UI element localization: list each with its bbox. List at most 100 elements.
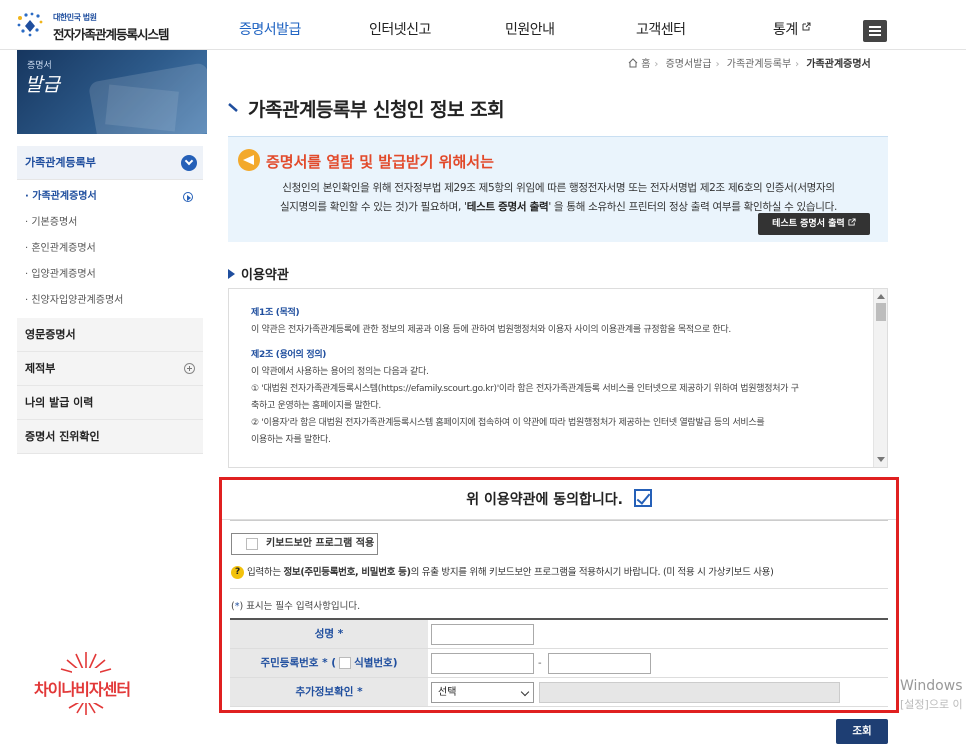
banner-title: 발급 (25, 74, 60, 96)
chevron-down-icon[interactable] (181, 155, 197, 171)
sidebar-item-my-history[interactable]: 나의 발급 이력 (17, 386, 203, 420)
article-2-item-1a: ① '대법원 전자가족관계등록시스템(https://efamily.scour… (251, 384, 799, 394)
sidebar-submenu: · 가족관계증명서 · 기본증명서 · 혼인관계증명서 · 입양관계증명서 · … (17, 180, 203, 318)
banner-decoration-2 (105, 84, 179, 132)
sidebar-subitem-family-cert[interactable]: · 가족관계증명서 (17, 184, 203, 210)
terms-heading-label: 이용약관 (241, 268, 289, 283)
form-row-extra: 추가정보확인 * 선택 (230, 678, 888, 707)
rrn-paren: ( (331, 657, 337, 669)
sidebar-item-english-cert[interactable]: 영문증명서 (17, 318, 203, 352)
logo-subtitle: 대한민국 법원 (53, 13, 97, 22)
breadcrumb: 홈 › 증명서발급 › 가족관계등록부 › 가족관계증명서 (628, 55, 958, 70)
consent-form-frame: 위 이용약관에 동의합니다. 키보드보안 프로그램 적용 ? 입력하는 정보(주민… (219, 477, 899, 713)
breadcrumb-register[interactable]: 가족관계등록부 (727, 59, 791, 70)
nav-customer-center[interactable]: 고객센터 (636, 19, 686, 39)
notice-title: 증명서를 열람 및 발급받기 위해서는 (266, 153, 494, 171)
extra-info-select-value: 선택 (438, 687, 457, 698)
notice-line-2b: ' 을 통해 소유하신 프린터의 정상 출력 여부를 확인하실 수 있습니다. (548, 201, 838, 213)
required-note: (*) 표시는 필수 입력사항입니다. (231, 598, 360, 612)
home-icon[interactable] (628, 58, 638, 68)
court-emblem-icon (17, 12, 43, 37)
article-2-title: 제2조 (용어의 정의) (251, 350, 327, 360)
rrn-front-input[interactable] (431, 653, 534, 674)
notice-box: 증명서를 열람 및 발급받기 위해서는 신청인의 본인확인을 위해 전자정부법 … (228, 136, 888, 242)
windows-activation-watermark: Windows (900, 678, 963, 694)
applicant-form-table: 성명 * 주민등록번호 * ( 식별번호) - 추가정보확인 * 선택 (230, 618, 888, 707)
sidebar-banner: 증명서 발급 (17, 50, 207, 134)
notice-line-2a: 실지명의를 확인할 수 있는 것)가 필요하며, ' (279, 201, 467, 213)
keyboard-note-b: 의 유출 방지를 위해 키보드보안 프로그램을 적용하시기 바랍니다. (미 적… (410, 567, 774, 578)
nav-statistics[interactable]: 통계 (773, 19, 811, 39)
form-row-name: 성명 * (230, 620, 888, 649)
scroll-thumb[interactable] (876, 303, 886, 321)
extra-info-select[interactable]: 선택 (431, 682, 534, 703)
keyboard-security-button[interactable]: 키보드보안 프로그램 적용 (231, 533, 378, 555)
keyboard-security-checkbox[interactable] (246, 538, 258, 550)
breadcrumb-issue[interactable]: 증명서발급 (666, 59, 712, 70)
extra-label: 추가정보확인 * (230, 678, 428, 706)
agree-checkbox[interactable] (633, 489, 652, 507)
required-note-text: ) 표시는 필수 입력사항입니다. (239, 601, 361, 612)
name-input[interactable] (431, 624, 534, 645)
rrn-label-text: 주민등록번호 (260, 657, 319, 669)
breadcrumb-home[interactable]: 홈 (641, 59, 650, 70)
keyboard-note-bold: 정보(주민등록번호, 비밀번호 등) (283, 567, 411, 578)
rrn-dash: - (538, 658, 542, 669)
notice-body: 신청인의 본인확인을 위해 전자정부법 제29조 제5항의 위임에 따른 행정전… (236, 179, 881, 217)
external-link-icon (802, 22, 811, 31)
arrow-right-circle-icon (183, 192, 193, 202)
nav-certificate-issue[interactable]: 증명서발급 (239, 19, 301, 39)
article-2-item-1b: 축하고 운영하는 홈페이지를 말한다. (251, 401, 381, 411)
divider (230, 520, 888, 521)
nav-civil-guide[interactable]: 민원안내 (505, 19, 555, 39)
id-number-checkbox[interactable] (339, 657, 352, 669)
article-2-item-2a: ② '이용자'라 함은 대법원 전자가족관계등록시스템 홈페이지에 접속하여 이… (251, 418, 765, 428)
nav-statistics-label: 통계 (773, 22, 798, 38)
terms-scroll-box[interactable]: 제1조 (목적) 이 약관은 전자가족관계등록에 관한 정보의 제공과 이용 등… (228, 288, 888, 468)
scroll-down-icon[interactable] (877, 457, 885, 462)
keyboard-note-a: 입력하는 (247, 567, 284, 578)
required-mark: * (357, 686, 363, 698)
id-number-option: 식별번호) (354, 657, 398, 669)
triangle-right-icon (228, 269, 235, 279)
name-label-text: 성명 (314, 628, 335, 640)
sidebar-subitem-marriage-cert[interactable]: · 혼인관계증명서 (17, 236, 203, 262)
rrn-back-input[interactable] (548, 653, 651, 674)
test-print-button[interactable]: 테스트 증명서 출력 (758, 213, 870, 235)
sidebar-subitem-adoption-cert[interactable]: · 입양관계증명서 (17, 262, 203, 288)
form-row-rrn: 주민등록번호 * ( 식별번호) - (230, 649, 888, 678)
page-title: 가족관계등록부 신청인 정보 조회 (248, 99, 505, 121)
logo-title: 전자가족관계등록시스템 (53, 27, 170, 42)
terms-scrollbar[interactable] (873, 289, 887, 467)
article-2-item-2b: 이용하는 자를 말한다. (251, 435, 331, 445)
test-print-label: 테스트 증명서 출력 (772, 219, 845, 229)
chevron-down-icon (520, 687, 530, 697)
required-mark: * (322, 657, 328, 669)
scroll-up-icon[interactable] (877, 294, 885, 299)
terms-heading: 이용약관 (228, 264, 289, 283)
article-1-body: 이 약관은 전자가족관계등록에 관한 정보의 제공과 이용 등에 관하여 법원행… (251, 325, 731, 335)
keyboard-security-label: 키보드보안 프로그램 적용 (266, 538, 375, 549)
plus-circle-icon[interactable] (184, 363, 195, 374)
sidebar-subitem-label: · 가족관계증명서 (25, 191, 97, 202)
site-logo[interactable]: 대한민국 법원 전자가족관계등록시스템 (15, 10, 190, 42)
terms-content: 제1조 (목적) 이 약관은 전자가족관계등록에 관한 정보의 제공과 이용 등… (251, 305, 871, 449)
nav-internet-report[interactable]: 인터넷신고 (369, 19, 431, 39)
sidebar-subitem-full-adoption-cert[interactable]: · 친양자입양관계증명서 (17, 288, 203, 314)
china-visa-center-text: 차이나비자센터 (34, 680, 131, 699)
sidebar-item-removed-register[interactable]: 제적부 (17, 352, 203, 386)
sidebar-subitem-basic-cert[interactable]: · 기본증명서 (17, 210, 203, 236)
search-button[interactable]: 조회 (836, 719, 888, 744)
top-header: 대한민국 법원 전자가족관계등록시스템 증명서발급 인터넷신고 민원안내 고객센… (0, 0, 966, 50)
article-1-title: 제1조 (목적) (251, 308, 300, 318)
external-link-icon (848, 218, 856, 226)
sidebar-item-family-register[interactable]: 가족관계등록부 (17, 146, 203, 180)
megaphone-icon (238, 149, 260, 171)
agree-text: 위 이용약관에 동의합니다. (466, 492, 623, 508)
hamburger-icon[interactable] (863, 20, 887, 42)
sidebar-item-label: 가족관계등록부 (25, 156, 96, 169)
rrn-cell: - (428, 649, 888, 677)
sidebar-item-verify[interactable]: 증명서 진위확인 (17, 420, 203, 454)
china-visa-center-logo: 차이나비자센터 (28, 650, 148, 720)
divider (230, 588, 888, 589)
